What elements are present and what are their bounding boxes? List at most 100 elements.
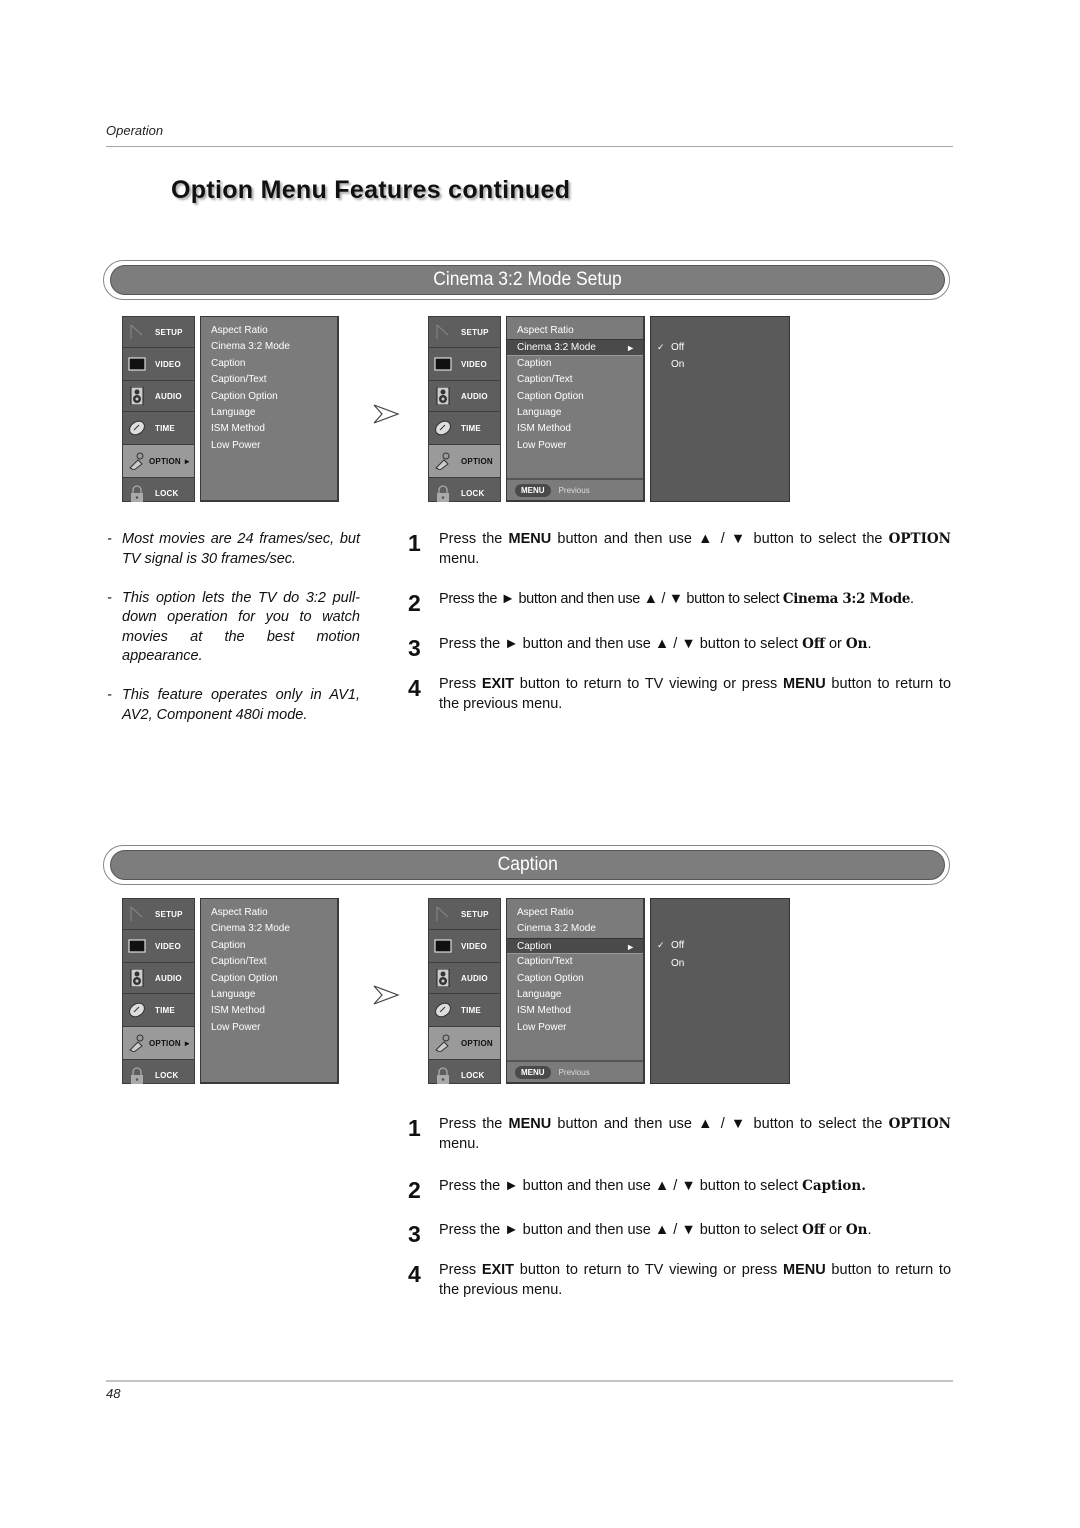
tab-label: VIDEO [461,359,487,369]
osd-tab-time[interactable]: TIME [429,994,500,1027]
osd-tab-lock[interactable]: LOCK [123,1060,194,1091]
item-label: Caption [517,940,552,952]
osd-tab-setup[interactable]: SETUP [123,317,194,348]
osd-item-caption-text[interactable]: Caption/Text [507,372,643,388]
option-icon [435,452,450,470]
section-banner-caption: Caption [103,845,950,885]
previous-label: Previous [558,1067,590,1077]
osd-item-low-power[interactable]: Low Power [201,1020,337,1036]
osd-tab-setup[interactable]: SETUP [429,899,500,930]
osd-tab-column: SETUP VIDEO AUDIO TIME OPTION ► LOCK [122,316,195,502]
osd-item-aspect-ratio[interactable]: Aspect Ratio [507,323,643,339]
osd-item-ism-method[interactable]: ISM Method [507,1003,643,1019]
osd-footer: MENU Previous [507,478,643,500]
setup-icon [130,906,143,921]
tab-label: AUDIO [461,391,488,401]
osd-item-ism-method[interactable]: ISM Method [201,1003,337,1019]
osd-item-cinema-mode[interactable]: Cinema 3:2 Mode [201,921,337,937]
running-head: Operation [106,123,164,138]
osd-tab-column: SETUP VIDEO AUDIO TIME OPTION LOCK [428,316,501,502]
tab-label: TIME [461,423,481,433]
option-icon [129,452,144,470]
osd-tab-audio[interactable]: AUDIO [123,963,194,994]
osd-submenu-options: ✓ Off On [650,898,790,1084]
note-item: - Most movies are 24 frames/sec, but TV s… [107,531,360,567]
menu-button[interactable]: MENU [515,1065,551,1079]
osd-tab-lock[interactable]: LOCK [429,478,500,509]
tab-label: LOCK [155,489,179,498]
osd-tab-audio[interactable]: AUDIO [123,381,194,412]
step-1: 1 Press the MENU button and then use ▲ /… [408,1115,951,1152]
osd-tab-time[interactable]: TIME [429,412,500,445]
lock-icon [437,1066,449,1084]
step-4: 4 Press EXIT button to return to TV view… [408,675,952,712]
osd-item-low-power[interactable]: Low Power [201,438,337,454]
osd-item-language[interactable]: Language [201,987,337,1003]
next-step-arrow-icon [373,404,400,424]
setup-icon [436,906,449,921]
osd-item-language[interactable]: Language [201,405,337,421]
osd-item-list: Aspect Ratio Cinema 3:2 Mode ► Caption C… [506,316,645,502]
check-icon: ✓ [657,940,665,950]
osd-item-caption-option[interactable]: Caption Option [507,389,643,405]
osd-tab-video[interactable]: VIDEO [123,348,194,381]
osd-tab-video[interactable]: VIDEO [123,930,194,963]
notes-list: - Most movies are 24 frames/sec, but TV s… [107,530,360,745]
osd-tab-setup[interactable]: SETUP [123,899,194,930]
osd-tab-option[interactable]: OPTION ► [123,445,194,478]
osd-tab-option[interactable]: OPTION [429,445,500,478]
osd-item-caption-text[interactable]: Caption/Text [201,954,337,970]
osd-tab-setup[interactable]: SETUP [429,317,500,348]
osd-item-aspect-ratio[interactable]: Aspect Ratio [507,905,643,921]
osd-tab-option[interactable]: OPTION [429,1027,500,1060]
osd-item-low-power[interactable]: Low Power [507,438,643,454]
tab-label: OPTION [461,456,493,466]
menu-button[interactable]: MENU [515,483,551,497]
osd-tab-video[interactable]: VIDEO [429,348,500,381]
osd-tab-video[interactable]: VIDEO [429,930,500,963]
osd-item-caption-text[interactable]: Caption/Text [201,372,337,388]
osd-item-caption[interactable]: Caption [201,356,337,372]
osd-tab-lock[interactable]: LOCK [429,1060,500,1091]
osd-item-caption-option[interactable]: Caption Option [507,971,643,987]
option-on[interactable]: On [671,359,684,370]
audio-icon [436,387,450,405]
option-off[interactable]: Off [671,940,684,951]
osd-item-ism-method[interactable]: ISM Method [201,421,337,437]
footer-rule [106,1380,953,1382]
osd-tab-option[interactable]: OPTION ► [123,1027,194,1060]
osd-item-language[interactable]: Language [507,405,643,421]
osd-tab-audio[interactable]: AUDIO [429,381,500,412]
osd-item-language[interactable]: Language [507,987,643,1003]
option-on[interactable]: On [671,958,684,969]
tab-label: LOCK [461,489,485,498]
osd-item-caption-option[interactable]: Caption Option [201,971,337,987]
steps-caption: 1 Press the MENU button and then use ▲ /… [408,1115,951,1300]
section-title: Cinema 3:2 Mode Setup [433,269,622,290]
osd-item-caption[interactable]: Caption [201,938,337,954]
step-4: 4 Press EXIT button to return to TV view… [408,1261,952,1298]
tab-label: TIME [155,1005,175,1015]
step-3: 3 Press the ► button and then use ▲ / ▼ … [408,1221,872,1247]
osd-item-caption-selected[interactable]: Caption ► [507,937,643,955]
osd-item-cinema-mode[interactable]: Cinema 3:2 Mode [201,339,337,355]
osd-item-cinema-mode[interactable]: Cinema 3:2 Mode [507,921,643,937]
osd-tab-audio[interactable]: AUDIO [429,963,500,994]
osd-item-cinema-mode-selected[interactable]: Cinema 3:2 Mode ► [507,339,643,356]
osd-item-aspect-ratio[interactable]: Aspect Ratio [201,905,337,921]
osd-item-ism-method[interactable]: ISM Method [507,421,643,437]
osd-tab-lock[interactable]: LOCK [123,478,194,509]
osd-tab-time[interactable]: TIME [123,412,194,445]
osd-item-caption-text[interactable]: Caption/Text [507,954,643,970]
video-icon [434,939,452,953]
check-icon: ✓ [657,342,665,352]
tab-label: OPTION ► [149,1038,192,1048]
osd-item-low-power[interactable]: Low Power [507,1020,643,1036]
option-icon [435,1034,450,1052]
osd-item-aspect-ratio[interactable]: Aspect Ratio [201,323,337,339]
osd-item-caption[interactable]: Caption [507,356,643,372]
submenu-arrow-icon: ► [626,941,635,952]
osd-item-caption-option[interactable]: Caption Option [201,389,337,405]
osd-tab-time[interactable]: TIME [123,994,194,1027]
option-off[interactable]: Off [671,342,684,353]
